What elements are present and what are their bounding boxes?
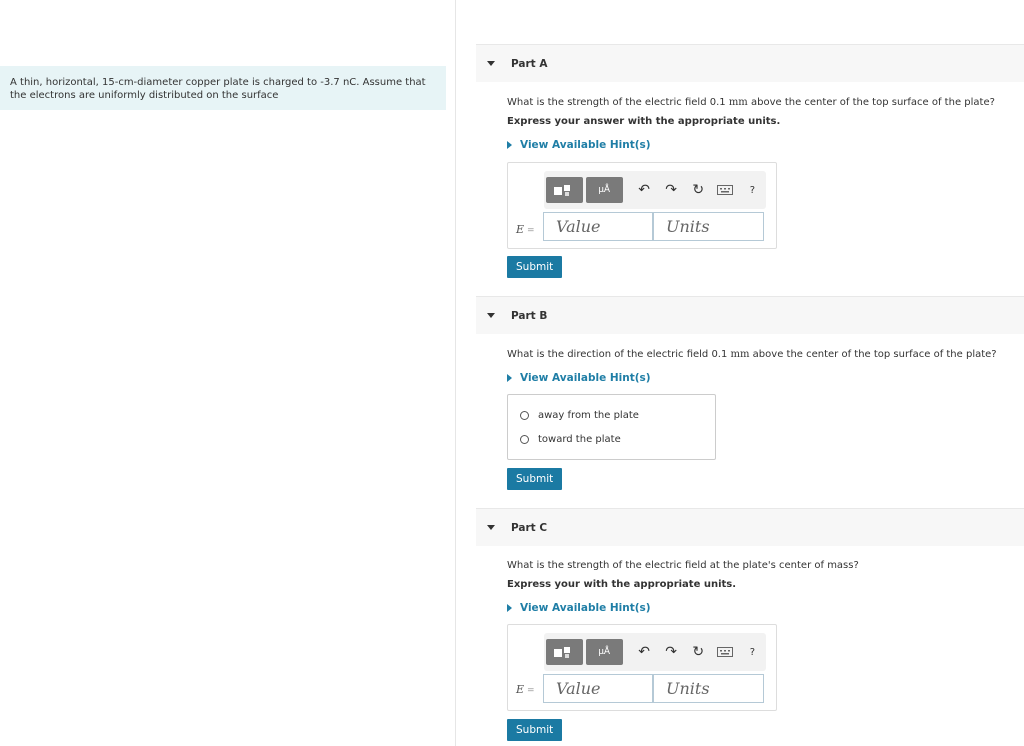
help-icon[interactable]: ? <box>739 639 766 665</box>
caret-right-icon <box>507 374 512 382</box>
units-icon[interactable]: μÅ <box>585 177 623 203</box>
equals-sign: = <box>527 226 535 236</box>
problem-statement: A thin, horizontal, 15-cm-diameter coppe… <box>0 66 446 110</box>
math-toolbar: μÅ ↶ ↷ ↻ ? <box>544 171 766 209</box>
part-c-header[interactable]: Part C <box>476 508 1024 546</box>
question-unit: mm <box>728 97 748 108</box>
caret-down-icon[interactable] <box>487 313 495 318</box>
units-input[interactable]: Units <box>653 674 764 703</box>
question-unit: mm <box>730 349 750 360</box>
templates-icon[interactable] <box>546 177 583 203</box>
part-a-title: Part A <box>511 57 548 70</box>
part-b-hint-toggle[interactable]: View Available Hint(s) <box>507 372 651 384</box>
part-b-question: What is the direction of the electric fi… <box>507 349 997 360</box>
part-c-instruction: Express your with the appropriate units. <box>507 579 737 590</box>
templates-icon[interactable] <box>546 639 583 665</box>
keyboard-icon[interactable] <box>712 177 739 203</box>
reset-icon[interactable]: ↻ <box>685 639 712 665</box>
undo-icon[interactable]: ↶ <box>631 639 658 665</box>
help-icon[interactable]: ? <box>739 177 766 203</box>
choice-toward[interactable]: toward the plate <box>520 434 621 445</box>
question-text-end: above the center of the top surface of t… <box>749 349 997 360</box>
variable-symbol: E <box>516 683 525 696</box>
part-c-answer-box: μÅ ↶ ↷ ↻ ? E = Value Units <box>507 624 777 711</box>
redo-icon[interactable]: ↷ <box>658 639 685 665</box>
part-b-submit-button[interactable]: Submit <box>507 468 563 490</box>
part-c-title: Part C <box>511 521 548 534</box>
part-b-header[interactable]: Part B <box>476 296 1024 334</box>
caret-right-icon <box>507 141 512 149</box>
part-a-answer-box: μÅ ↶ ↷ ↻ ? E = Value Units <box>507 162 777 249</box>
hint-label: View Available Hint(s) <box>520 372 651 384</box>
units-glyph: μÅ <box>598 647 611 657</box>
answer-variable: E = <box>516 683 535 696</box>
choice-label: away from the plate <box>538 410 639 421</box>
caret-down-icon[interactable] <box>487 525 495 530</box>
part-a-hint-toggle[interactable]: View Available Hint(s) <box>507 139 651 151</box>
problem-text: A thin, horizontal, 15-cm-diameter coppe… <box>10 77 426 101</box>
question-text: What is the direction of the electric fi… <box>507 349 731 360</box>
question-text-end: above the center of the top surface of t… <box>747 97 995 108</box>
answer-variable: E = <box>516 223 535 236</box>
math-toolbar: μÅ ↶ ↷ ↻ ? <box>544 633 766 671</box>
part-b-choices: away from the plate toward the plate <box>507 394 716 460</box>
hint-label: View Available Hint(s) <box>520 139 651 151</box>
redo-icon[interactable]: ↷ <box>658 177 685 203</box>
question-text: What is the strength of the electric fie… <box>507 97 729 108</box>
caret-down-icon[interactable] <box>487 61 495 66</box>
hint-label: View Available Hint(s) <box>520 602 651 614</box>
keyboard-icon[interactable] <box>712 639 739 665</box>
variable-symbol: E <box>516 223 525 236</box>
units-input[interactable]: Units <box>653 212 764 241</box>
units-glyph: μÅ <box>598 185 611 195</box>
value-input[interactable]: Value <box>543 674 653 703</box>
part-c-submit-button[interactable]: Submit <box>507 719 563 741</box>
value-input[interactable]: Value <box>543 212 653 241</box>
part-a-instruction: Express your answer with the appropriate… <box>507 116 781 127</box>
left-panel: A thin, horizontal, 15-cm-diameter coppe… <box>0 0 456 746</box>
reset-icon[interactable]: ↻ <box>685 177 712 203</box>
equals-sign: = <box>527 686 535 696</box>
right-panel: Part A What is the strength of the elect… <box>476 0 1024 746</box>
choice-away[interactable]: away from the plate <box>520 410 639 421</box>
radio-button[interactable] <box>520 435 529 444</box>
radio-button[interactable] <box>520 411 529 420</box>
undo-icon[interactable]: ↶ <box>631 177 658 203</box>
part-a-submit-button[interactable]: Submit <box>507 256 563 278</box>
part-c-hint-toggle[interactable]: View Available Hint(s) <box>507 602 651 614</box>
choice-label: toward the plate <box>538 434 621 445</box>
units-icon[interactable]: μÅ <box>585 639 623 665</box>
part-a-question: What is the strength of the electric fie… <box>507 97 995 108</box>
part-c-question: What is the strength of the electric fie… <box>507 560 859 571</box>
caret-right-icon <box>507 604 512 612</box>
part-b-title: Part B <box>511 309 548 322</box>
part-a-header[interactable]: Part A <box>476 44 1024 82</box>
